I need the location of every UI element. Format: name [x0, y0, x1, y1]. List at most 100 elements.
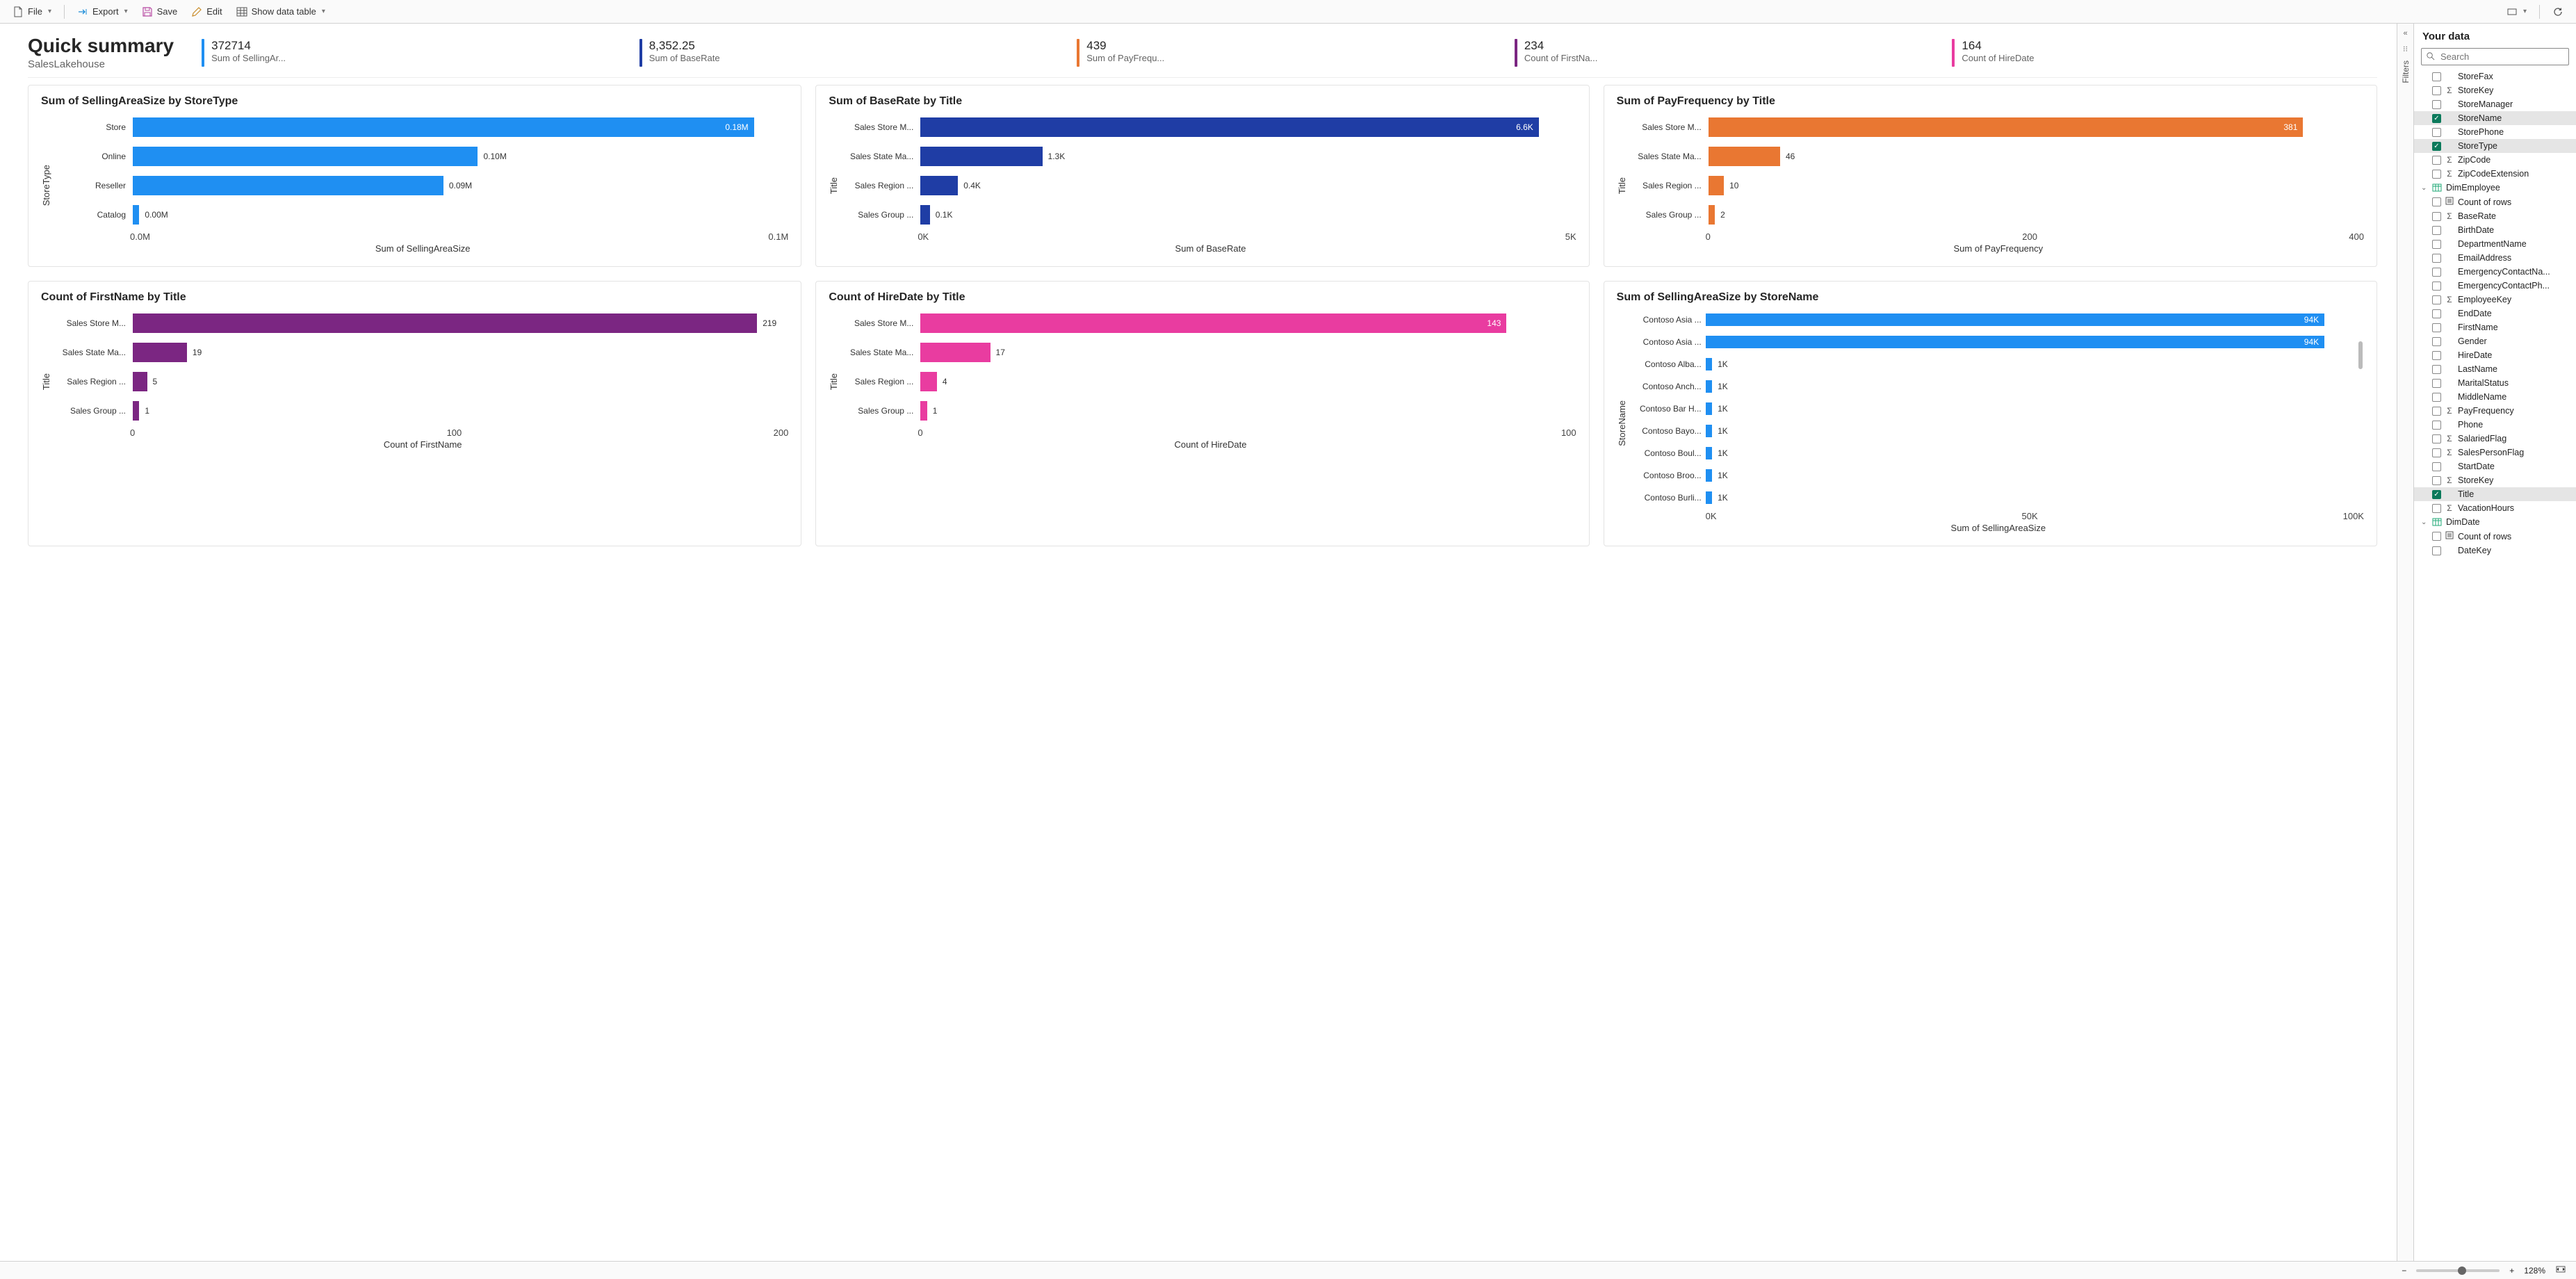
field-checkbox[interactable]	[2432, 351, 2441, 360]
chart-card[interactable]: Sum of PayFrequency by Title Title Sales…	[1604, 85, 2377, 267]
field-checkbox[interactable]	[2432, 156, 2441, 165]
field-checkbox[interactable]	[2432, 240, 2441, 249]
field-checkbox[interactable]	[2432, 170, 2441, 179]
field-item[interactable]: Σ StoreKey	[2414, 83, 2576, 97]
bar-rect[interactable]	[1706, 358, 1712, 370]
field-item[interactable]: ✓ Title	[2414, 487, 2576, 501]
field-checkbox[interactable]	[2432, 86, 2441, 95]
bar-rect[interactable]	[133, 176, 443, 195]
search-input[interactable]	[2439, 51, 2564, 63]
field-item[interactable]: EndDate	[2414, 307, 2576, 320]
field-item[interactable]: BirthDate	[2414, 223, 2576, 237]
field-checkbox[interactable]	[2432, 295, 2441, 304]
expand-icon[interactable]: «	[2403, 29, 2407, 38]
bar-rect[interactable]: 381	[1709, 117, 2304, 137]
field-item[interactable]: HireDate	[2414, 348, 2576, 362]
bar-rect[interactable]	[920, 401, 927, 421]
bar-rect[interactable]	[920, 343, 990, 362]
field-item[interactable]: EmergencyContactNa...	[2414, 265, 2576, 279]
field-checkbox[interactable]	[2432, 476, 2441, 485]
field-checkbox[interactable]	[2432, 226, 2441, 235]
field-checkbox[interactable]	[2432, 268, 2441, 277]
zoom-slider[interactable]	[2416, 1269, 2500, 1272]
chart-card[interactable]: Count of HireDate by Title Title Sales S…	[815, 281, 1589, 546]
field-checkbox[interactable]: ✓	[2432, 490, 2441, 499]
bar-rect[interactable]	[1709, 147, 1780, 166]
fields-list[interactable]: StoreFax Σ StoreKey StoreManager✓ StoreN…	[2414, 70, 2576, 1261]
field-checkbox[interactable]	[2432, 100, 2441, 109]
field-item[interactable]: MiddleName	[2414, 390, 2576, 404]
field-item[interactable]: Gender	[2414, 334, 2576, 348]
field-item[interactable]: Σ ZipCode	[2414, 153, 2576, 167]
field-checkbox[interactable]	[2432, 379, 2441, 388]
field-checkbox[interactable]	[2432, 448, 2441, 457]
field-item[interactable]: DateKey	[2414, 544, 2576, 557]
fit-to-page-button[interactable]	[2555, 1264, 2566, 1277]
show-data-table-menu[interactable]: Show data table ▾	[231, 3, 331, 20]
kpi-card[interactable]: 8,352.25 Sum of BaseRate	[639, 39, 1065, 67]
chevron-down-icon[interactable]: ⌄	[2421, 184, 2428, 192]
bar-rect[interactable]: 0.18M	[133, 117, 754, 137]
bar-rect[interactable]	[920, 147, 1042, 166]
chart-card[interactable]: Count of FirstName by Title Title Sales …	[28, 281, 801, 546]
field-item[interactable]: ✓ StoreType	[2414, 139, 2576, 153]
field-checkbox[interactable]	[2432, 128, 2441, 137]
bar-rect[interactable]: 94K	[1706, 336, 2325, 348]
file-menu[interactable]: File ▾	[7, 3, 57, 20]
field-checkbox[interactable]: ✓	[2432, 142, 2441, 151]
field-checkbox[interactable]	[2432, 309, 2441, 318]
refresh-button[interactable]	[2547, 3, 2569, 20]
search-field[interactable]	[2421, 48, 2569, 65]
field-checkbox[interactable]	[2432, 212, 2441, 221]
bar-rect[interactable]: 143	[920, 313, 1506, 333]
bar-rect[interactable]	[1706, 491, 1712, 504]
table-node[interactable]: ⌄ DimEmployee	[2414, 181, 2576, 195]
kpi-card[interactable]: 372714 Sum of SellingAr...	[202, 39, 627, 67]
field-checkbox[interactable]	[2432, 532, 2441, 541]
field-checkbox[interactable]	[2432, 365, 2441, 374]
field-item[interactable]: StartDate	[2414, 459, 2576, 473]
field-item[interactable]: StoreManager	[2414, 97, 2576, 111]
field-item[interactable]: Σ BaseRate	[2414, 209, 2576, 223]
field-item[interactable]: Σ PayFrequency	[2414, 404, 2576, 418]
field-checkbox[interactable]	[2432, 282, 2441, 291]
chart-card[interactable]: Sum of SellingAreaSize by StoreName Stor…	[1604, 281, 2377, 546]
field-item[interactable]: FirstName	[2414, 320, 2576, 334]
bar-rect[interactable]	[920, 372, 937, 391]
field-item[interactable]: Σ VacationHours	[2414, 501, 2576, 515]
export-menu[interactable]: Export ▾	[72, 3, 133, 20]
bar-rect[interactable]	[1706, 447, 1712, 459]
bar-rect[interactable]	[1706, 402, 1712, 415]
field-item[interactable]: EmergencyContactPh...	[2414, 279, 2576, 293]
field-item[interactable]: StoreFax	[2414, 70, 2576, 83]
bar-rect[interactable]	[920, 176, 958, 195]
chart-scrollbar[interactable]	[2358, 341, 2363, 369]
bar-rect[interactable]	[1706, 380, 1712, 393]
zoom-in-button[interactable]: +	[2509, 1266, 2514, 1276]
field-item[interactable]: DepartmentName	[2414, 237, 2576, 251]
chart-card[interactable]: Sum of BaseRate by Title Title Sales Sto…	[815, 85, 1589, 267]
bar-rect[interactable]	[1706, 425, 1712, 437]
field-checkbox[interactable]	[2432, 337, 2441, 346]
bar-rect[interactable]	[133, 147, 478, 166]
signal-icon[interactable]: ⁝⁝	[2403, 44, 2408, 54]
filters-rail[interactable]: « ⁝⁝ Filters	[2397, 24, 2413, 1261]
kpi-card[interactable]: 164 Count of HireDate	[1952, 39, 2377, 67]
bar-rect[interactable]	[133, 401, 139, 421]
field-checkbox[interactable]	[2432, 323, 2441, 332]
view-mode-menu[interactable]: ▾	[2501, 3, 2532, 20]
field-item[interactable]: Σ EmployeeKey	[2414, 293, 2576, 307]
table-node[interactable]: ⌄ DimDate	[2414, 515, 2576, 529]
edit-button[interactable]: Edit	[186, 3, 227, 20]
field-checkbox[interactable]: ✓	[2432, 114, 2441, 123]
field-item[interactable]: ✓ StoreName	[2414, 111, 2576, 125]
bar-rect[interactable]: 94K	[1706, 313, 2325, 326]
field-item[interactable]: MaritalStatus	[2414, 376, 2576, 390]
save-button[interactable]: Save	[136, 3, 184, 20]
bar-rect[interactable]	[1709, 205, 1715, 225]
field-checkbox[interactable]	[2432, 254, 2441, 263]
bar-rect[interactable]	[133, 313, 757, 333]
kpi-card[interactable]: 439 Sum of PayFrequ...	[1077, 39, 1502, 67]
field-item[interactable]: StorePhone	[2414, 125, 2576, 139]
field-item[interactable]: Count of rows	[2414, 195, 2576, 209]
